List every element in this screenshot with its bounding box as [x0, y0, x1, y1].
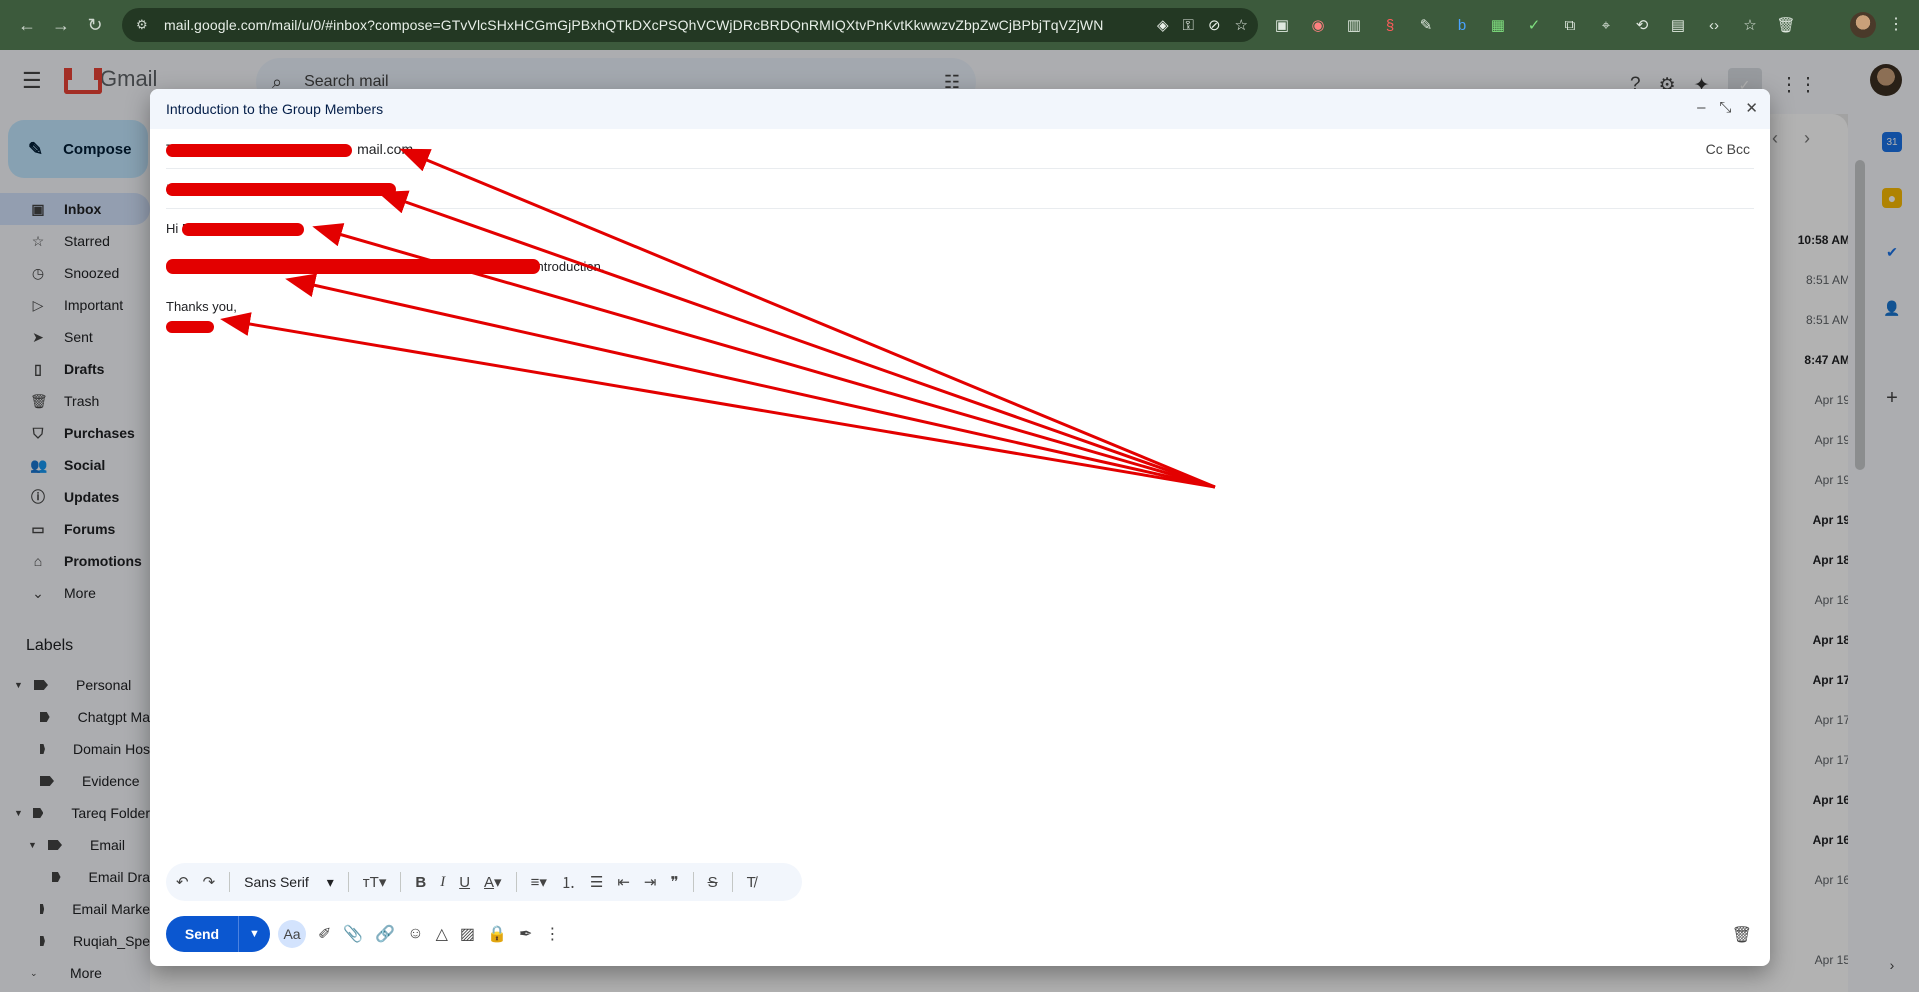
arrow-to-subject: [377, 190, 1216, 489]
annotation-arrows: [220, 148, 1216, 489]
arrow-to-body: [285, 273, 1216, 489]
arrow-to-field: [399, 148, 1216, 489]
